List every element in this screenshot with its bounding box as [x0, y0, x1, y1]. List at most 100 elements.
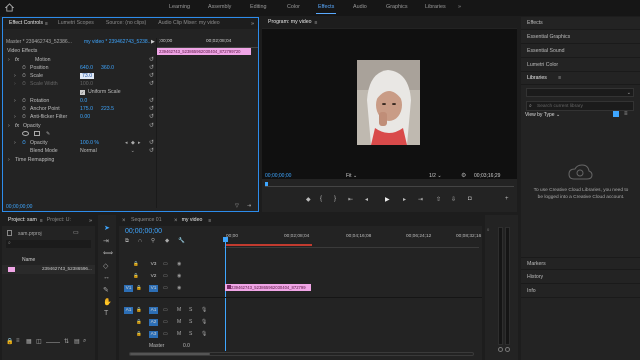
- go-to-in-icon[interactable]: ⇤: [348, 196, 353, 203]
- zoom-slider[interactable]: [46, 342, 60, 343]
- solo-right-icon[interactable]: [505, 347, 510, 352]
- lock-icon[interactable]: 🔒: [133, 273, 139, 279]
- track-target-v2[interactable]: V2: [149, 273, 158, 280]
- panel-essential-sound[interactable]: Essential Sound: [521, 45, 640, 58]
- menu-icon[interactable]: ≡: [558, 72, 561, 85]
- sync-lock-icon[interactable]: ▭: [163, 273, 168, 279]
- tab-lumetri-scopes[interactable]: Lumetri Scopes: [52, 18, 100, 29]
- tab-program[interactable]: Program: my video: [262, 17, 318, 28]
- tab-project-sam[interactable]: Project: sam: [2, 215, 40, 226]
- ellipse-mask-icon[interactable]: [22, 131, 29, 136]
- expand-icon[interactable]: ›: [14, 113, 16, 121]
- stopwatch-icon[interactable]: ⏱: [22, 139, 26, 147]
- microphone-icon[interactable]: 🎙: [201, 331, 207, 337]
- play-icon[interactable]: ▶: [385, 196, 390, 203]
- source-patch-v1[interactable]: V1: [124, 285, 133, 292]
- position-x-value[interactable]: 640.0: [80, 64, 93, 72]
- linked-selection-icon[interactable]: ⚲: [151, 238, 155, 244]
- library-select[interactable]: ⌄: [526, 88, 634, 97]
- panel-history[interactable]: History: [521, 271, 640, 284]
- reset-icon[interactable]: ↺: [149, 139, 154, 147]
- blend-mode-select[interactable]: Normal ⌄: [80, 147, 135, 155]
- workspace-more-button[interactable]: »: [458, 4, 461, 10]
- freeform-view-icon[interactable]: ◫: [36, 338, 42, 345]
- reset-icon[interactable]: ↺: [149, 56, 154, 64]
- icon-view-icon[interactable]: ▦: [26, 338, 32, 345]
- position-y-value[interactable]: 360.0: [101, 64, 114, 72]
- eye-icon[interactable]: ◉: [177, 273, 181, 279]
- panel-libraries[interactable]: Libraries ≡: [521, 72, 640, 85]
- pen-mask-icon[interactable]: ✎: [46, 130, 50, 138]
- workspace-color[interactable]: Color: [287, 4, 300, 10]
- panel-lumetri-color[interactable]: Lumetri Color: [521, 59, 640, 72]
- mark-in-icon[interactable]: {: [320, 196, 322, 202]
- sync-lock-icon[interactable]: ▭: [163, 285, 168, 291]
- extract-icon[interactable]: ⇩: [451, 196, 456, 203]
- slip-tool-icon[interactable]: ↔: [103, 274, 110, 281]
- step-forward-icon[interactable]: ▸: [403, 196, 406, 203]
- lock-icon[interactable]: 🔒: [136, 307, 142, 313]
- grid-view-icon[interactable]: [613, 111, 619, 117]
- lock-icon[interactable]: 🔒: [136, 331, 142, 337]
- mark-out-icon[interactable]: }: [334, 196, 336, 202]
- program-timecode[interactable]: 00;00;00;00: [265, 173, 291, 179]
- workspace-libraries[interactable]: Libraries: [425, 4, 446, 10]
- list-view-icon[interactable]: ≡: [16, 338, 20, 344]
- reset-icon[interactable]: ↺: [149, 122, 154, 130]
- tab-project-u[interactable]: Project: U:: [43, 215, 77, 226]
- go-to-out-icon[interactable]: ⇥: [418, 196, 423, 203]
- workspace-graphics[interactable]: Graphics: [386, 4, 408, 10]
- lock-icon[interactable]: 🔒: [133, 261, 139, 267]
- eye-icon[interactable]: ◉: [177, 261, 181, 267]
- stopwatch-icon[interactable]: ⏱: [22, 105, 26, 113]
- lock-icon[interactable]: 🔒: [136, 319, 142, 325]
- selection-tool-icon[interactable]: ➤: [104, 224, 110, 232]
- solo-button[interactable]: S: [189, 307, 192, 313]
- home-icon[interactable]: [4, 3, 15, 12]
- playhead-marker[interactable]: [265, 182, 268, 186]
- expand-icon[interactable]: ›: [14, 72, 16, 80]
- stopwatch-icon[interactable]: ⏱: [22, 97, 26, 105]
- lock-icon[interactable]: 🔒: [6, 338, 13, 345]
- column-name-header[interactable]: Name: [22, 257, 35, 263]
- project-item-row[interactable]: 239462743_52386596...: [2, 265, 95, 274]
- tab-source[interactable]: Source: (no clips): [100, 18, 152, 29]
- lift-icon[interactable]: ⇧: [436, 196, 441, 203]
- nest-icon[interactable]: ⧉: [125, 238, 129, 245]
- panel-more-button[interactable]: »: [89, 218, 92, 224]
- workspace-editing[interactable]: Editing: [250, 4, 266, 10]
- anchor-y-value[interactable]: 223.5: [101, 105, 114, 113]
- close-icon[interactable]: ×: [122, 218, 126, 224]
- anchor-x-value[interactable]: 175.0: [80, 105, 93, 113]
- mute-button[interactable]: M: [177, 319, 181, 325]
- panel-more-button[interactable]: »: [251, 21, 254, 27]
- resolution-select[interactable]: 1/2 ⌄: [429, 173, 442, 179]
- master-clip-label[interactable]: Master * 239462743_52386...: [6, 39, 72, 45]
- scrollbar-thumb[interactable]: [130, 353, 210, 355]
- tab-effect-controls[interactable]: Effect Controls: [3, 18, 49, 29]
- export-frame-icon[interactable]: ◘: [468, 196, 472, 202]
- workspace-learning[interactable]: Learning: [169, 4, 190, 10]
- sequence-clip-label[interactable]: my video * 239462743_5238...: [84, 39, 152, 45]
- list-view-icon[interactable]: ≡: [624, 111, 628, 117]
- menu-icon[interactable]: ≡: [315, 20, 318, 26]
- sort-icon[interactable]: ⇅: [64, 338, 69, 345]
- wrench-icon[interactable]: ⚙: [461, 172, 466, 179]
- reset-icon[interactable]: ↺: [149, 64, 154, 72]
- fx-icon[interactable]: fx: [15, 56, 19, 64]
- tab-audio-clip-mixer[interactable]: Audio Clip Mixer: my video: [152, 18, 225, 29]
- reset-icon[interactable]: ↺: [149, 97, 154, 105]
- type-tool-icon[interactable]: T: [104, 310, 108, 317]
- antiflicker-value[interactable]: 0.00: [80, 113, 90, 121]
- expand-icon[interactable]: ›: [14, 97, 16, 105]
- panel-effects[interactable]: Effects: [521, 17, 640, 30]
- filter-icon[interactable]: ▽: [235, 203, 239, 209]
- menu-icon[interactable]: ≡: [45, 21, 48, 27]
- reset-icon[interactable]: ↺: [149, 105, 154, 113]
- workspace-audio[interactable]: Audio: [353, 4, 367, 10]
- opacity-value[interactable]: 100.0 %: [80, 139, 99, 147]
- uniform-scale-checkbox[interactable]: ✓: [80, 90, 85, 95]
- track-target-v3[interactable]: V3: [149, 261, 158, 268]
- solo-left-icon[interactable]: [498, 347, 503, 352]
- stopwatch-icon[interactable]: ⏱: [22, 72, 26, 80]
